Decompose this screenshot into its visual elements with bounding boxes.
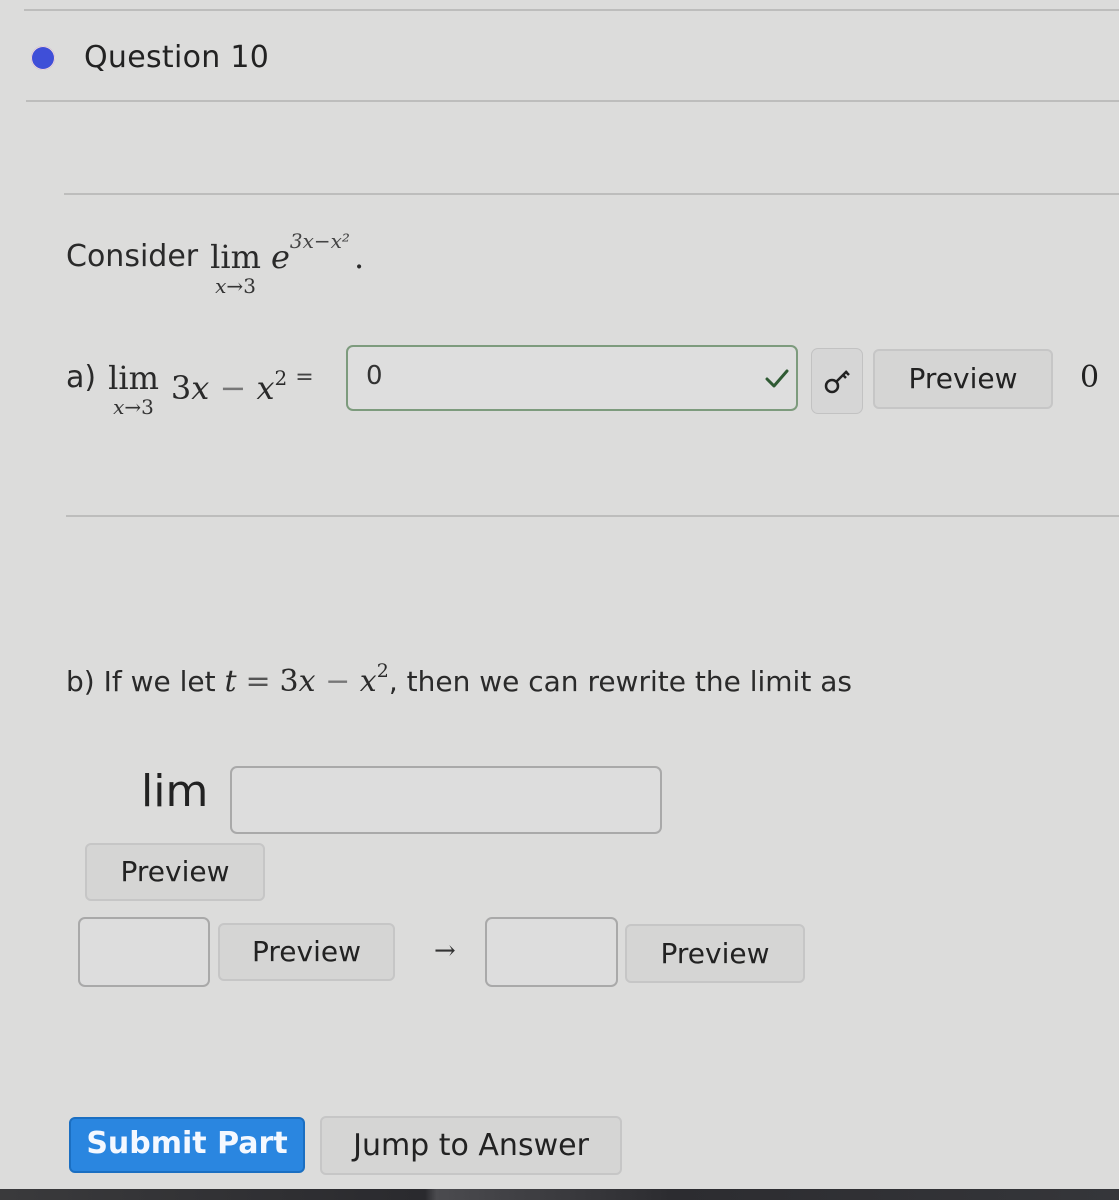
key-icon xyxy=(824,370,850,394)
limit-expression-input[interactable] xyxy=(230,766,662,834)
limit-variable-input[interactable] xyxy=(78,917,210,987)
question-intro: Consider lim x→3 e 3x−x² . xyxy=(66,229,365,297)
exp-base: e xyxy=(270,238,290,276)
equals-sign: = xyxy=(295,365,314,390)
expr-coef: 3 xyxy=(279,664,299,699)
limit-target-input[interactable] xyxy=(485,917,618,987)
expr-var2: x xyxy=(256,369,275,407)
part-b-expression: 3x − x2 xyxy=(279,660,389,699)
part-a-limit-operator: lim x→3 xyxy=(108,360,159,418)
jump-to-answer-button[interactable]: Jump to Answer xyxy=(320,1116,622,1175)
approaches-arrow: → xyxy=(434,936,456,966)
intro-period: . xyxy=(353,238,365,276)
limit-target-preview-button[interactable]: Preview xyxy=(625,924,805,983)
question-status-dot xyxy=(31,46,55,70)
limit-variable-preview-button[interactable]: Preview xyxy=(218,923,395,981)
divider-question-top xyxy=(64,193,1119,195)
divider-top xyxy=(24,9,1119,11)
part-a-answer-value: 0 xyxy=(366,361,383,391)
expr-power: 2 xyxy=(376,660,389,682)
expr-minus: − xyxy=(325,664,351,699)
divider-part-a-bottom xyxy=(66,515,1119,517)
part-b-prefix: b) If we let xyxy=(66,665,216,698)
lim-label: lim xyxy=(141,766,209,817)
lim-sub-var: x xyxy=(215,274,227,298)
part-a-answer-input[interactable]: 0 xyxy=(346,345,798,411)
part-a-statement: a) lim x→3 3x − x2 = xyxy=(66,354,314,418)
equals-sign: = xyxy=(245,664,271,699)
lim-sub-value: 3 xyxy=(243,274,256,298)
part-a-preview-button[interactable]: Preview xyxy=(873,349,1053,409)
intro-label: Consider xyxy=(66,239,199,274)
lim-subscript: x→3 xyxy=(113,396,154,418)
intro-limit-operator: lim x→3 xyxy=(210,239,261,297)
lim-word: lim xyxy=(108,359,159,397)
part-a-expression: 3x − x2 xyxy=(171,360,287,406)
divider-header-bottom xyxy=(26,100,1119,102)
part-a-letter: a) xyxy=(66,360,97,395)
screen-bottom-edge xyxy=(0,1189,1119,1200)
expr-coef: 3 xyxy=(170,369,192,407)
lim-sub-var: x xyxy=(113,395,125,419)
limit-expression-preview-button[interactable]: Preview xyxy=(85,843,265,901)
lim-word: lim xyxy=(210,238,261,276)
part-a-preview-result: 0 xyxy=(1080,360,1100,395)
part-b-suffix: , then we can rewrite the limit as xyxy=(388,665,852,698)
part-b-statement: b) If we let t = 3x − x2, then we can re… xyxy=(66,660,852,699)
question-title: Question 10 xyxy=(84,40,270,75)
submit-part-button[interactable]: Submit Part xyxy=(69,1117,305,1173)
exp-exponent: 3x−x² xyxy=(289,229,350,253)
expr-power: 2 xyxy=(274,366,288,390)
expr-var: x xyxy=(298,664,316,699)
lim-sub-arrow: → xyxy=(226,274,244,298)
lim-sub-arrow: → xyxy=(124,395,142,419)
expr-var2: x xyxy=(359,664,377,699)
correct-check-icon xyxy=(765,369,789,388)
t-var: t xyxy=(224,664,237,699)
lim-sub-value: 3 xyxy=(141,395,154,419)
lim-subscript: x→3 xyxy=(215,275,256,297)
expr-minus: − xyxy=(219,369,247,407)
expr-var: x xyxy=(191,369,210,407)
show-answer-key-button[interactable] xyxy=(811,348,863,414)
